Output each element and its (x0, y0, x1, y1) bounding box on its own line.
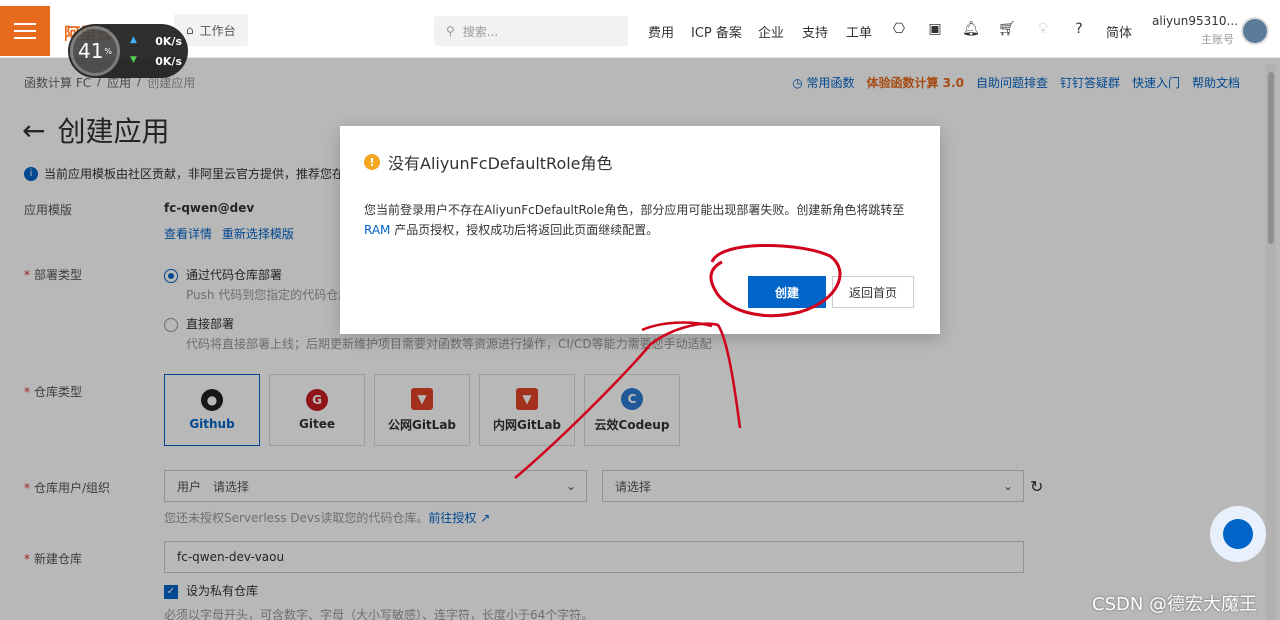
missing-role-dialog: ! 没有AliyunFcDefaultRole角色 您当前登录用户不存在Aliy… (340, 126, 940, 334)
lightbulb-icon[interactable]: 💡︎ (1034, 20, 1052, 38)
download-speed: 0K/s (155, 55, 182, 68)
search-placeholder: 搜索... (462, 24, 499, 39)
ram-link[interactable]: RAM (364, 223, 390, 237)
customer-service-assistant[interactable] (1210, 506, 1266, 562)
network-speed-widget: 41% ▲ 0K/s ▼ 0K/s (68, 24, 188, 78)
dialog-title-text: 没有AliyunFcDefaultRole角色 (388, 154, 613, 173)
dialog-body: 您当前登录用户不存在AliyunFcDefaultRole角色，部分应用可能出现… (364, 203, 905, 237)
terminal-icon[interactable]: ▣ (926, 20, 944, 38)
dialog-title: ! 没有AliyunFcDefaultRole角色 (364, 150, 613, 174)
workbench-label: 工作台 (199, 23, 236, 38)
upload-speed: 0K/s (155, 35, 182, 48)
warning-icon: ! (364, 154, 380, 170)
language-switch[interactable]: 简体 (1106, 22, 1132, 41)
avatar[interactable] (1241, 17, 1269, 45)
hamburger-menu-button[interactable] (0, 6, 50, 56)
nav-fees[interactable]: 费用 (648, 22, 674, 41)
back-home-button[interactable]: 返回首页 (832, 276, 914, 308)
bell-icon[interactable]: 🔔︎ (962, 20, 980, 38)
cart-icon[interactable]: 🛒︎ (998, 20, 1016, 38)
assistant-robot-icon (1223, 519, 1253, 549)
nav-enterprise[interactable]: 企业 (758, 22, 784, 41)
account-menu[interactable]: aliyun95310... 主账号 (1152, 14, 1238, 47)
home-icon: ⌂ (186, 23, 194, 37)
watermark: CSDN @德宏大魔王 (1092, 594, 1258, 615)
top-navbar: 阿里云 ⌂ 工作台 ⚲ 搜索... 费用 ICP 备案 企业 支持 工单 ⎔ ▣… (0, 0, 1280, 58)
nav-support[interactable]: 支持 (802, 22, 828, 41)
create-role-button[interactable]: 创建 (748, 276, 826, 308)
account-name: aliyun95310... (1152, 14, 1238, 28)
nav-icp[interactable]: ICP 备案 (691, 22, 742, 41)
api-icon[interactable]: ⎔ (890, 20, 908, 38)
help-icon[interactable]: ? (1070, 20, 1088, 38)
search-input[interactable]: ⚲ 搜索... (434, 16, 628, 46)
account-type: 主账号 (1201, 33, 1234, 46)
nav-ticket[interactable]: 工单 (846, 22, 872, 41)
cpu-percent: 41% (70, 26, 120, 76)
search-icon: ⚲ (446, 24, 455, 38)
